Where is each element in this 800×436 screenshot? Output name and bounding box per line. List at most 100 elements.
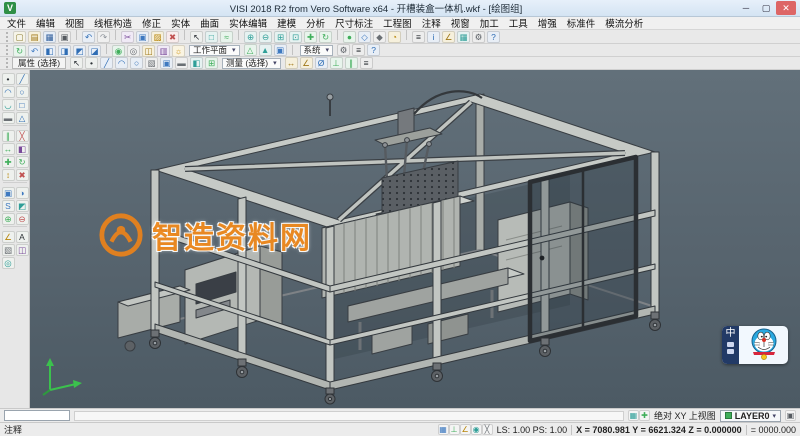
menu-modify[interactable]: 修正 (137, 16, 166, 30)
redo-icon[interactable]: ↷ (97, 31, 110, 43)
dimension-icon[interactable]: ∠ (2, 231, 15, 243)
measure-radius-icon[interactable]: Ø (315, 57, 328, 69)
trim-icon[interactable]: ╳ (16, 130, 29, 142)
zoom-out-icon[interactable]: ⊖ (259, 31, 272, 43)
system-combo[interactable]: 系统 ▾ (300, 45, 334, 56)
layer-settings-icon[interactable]: ▣ (785, 410, 796, 421)
menu-annotation[interactable]: 注释 (417, 16, 446, 30)
ime-controls[interactable]: 中 (722, 326, 739, 364)
axis-toggle-icon[interactable]: ✚ (639, 410, 650, 421)
move-icon[interactable]: ✚ (2, 156, 15, 168)
menu-enhance[interactable]: 增强 (533, 16, 562, 30)
zoom-window-icon[interactable]: ⊞ (274, 31, 287, 43)
ime-toolbar[interactable]: 中 (722, 326, 788, 364)
selection-filter-tab[interactable]: 属性 (选择) (12, 57, 66, 69)
menu-edit[interactable]: 编辑 (31, 16, 60, 30)
text-icon[interactable]: A (16, 231, 29, 243)
draw-arc-icon[interactable]: ◠ (2, 86, 15, 98)
layer-selector[interactable]: LAYER0 ▾ (720, 410, 781, 422)
wireframe-mode-icon[interactable]: ◎ (127, 45, 140, 57)
settings-icon[interactable]: ⚙ (472, 31, 485, 43)
filter-all-icon[interactable]: ↖ (70, 57, 83, 69)
menu-drafting[interactable]: 工程图 (378, 16, 417, 30)
menu-wireframe[interactable]: 线框构造 (89, 16, 137, 30)
measure-angle-icon[interactable]: ∠ (300, 57, 313, 69)
system-help-icon[interactable]: ? (367, 44, 380, 56)
sweep-icon[interactable]: S (2, 200, 15, 212)
light-settings-icon[interactable]: ☼ (172, 45, 185, 57)
measure-perpendicular-icon[interactable]: ⊥ (330, 57, 343, 69)
toolbar-grip[interactable] (6, 32, 9, 42)
isolate-icon[interactable]: ◎ (2, 257, 15, 269)
workplane-custom-icon[interactable]: ▲ (259, 44, 272, 56)
menu-standard-parts[interactable]: 标准件 (562, 16, 601, 30)
command-input[interactable] (4, 410, 70, 421)
new-file-icon[interactable]: ▢ (13, 31, 26, 43)
union-icon[interactable]: ⊕ (2, 213, 15, 225)
undo-icon[interactable]: ↶ (82, 31, 95, 43)
print-icon[interactable]: ▣ (58, 31, 71, 43)
layers-icon[interactable]: ≡ (412, 31, 425, 43)
viewport-3d[interactable]: 智造资料网 中 (30, 70, 800, 408)
draw-line-icon[interactable]: ╱ (16, 73, 29, 85)
previous-view-icon[interactable]: ↶ (28, 45, 41, 57)
menu-solid-edit[interactable]: 实体编辑 (224, 16, 272, 30)
workplane-xy-icon[interactable]: △ (244, 44, 257, 56)
grid-icon[interactable]: ▦ (457, 31, 470, 43)
select-window-icon[interactable]: □ (205, 31, 218, 43)
zoom-in-icon[interactable]: ⊕ (244, 31, 257, 43)
filter-edge-icon[interactable]: ▬ (175, 57, 188, 69)
menu-dimension[interactable]: 尺寸标注 (330, 16, 378, 30)
polar-toggle-icon[interactable]: ∠ (460, 424, 471, 435)
delete-icon[interactable]: ✖ (166, 31, 179, 43)
grid-toggle-icon[interactable]: ▦ (628, 410, 639, 421)
zoom-fit-icon[interactable]: ⊡ (289, 31, 302, 43)
dynamic-view-icon[interactable]: ◔ (388, 31, 401, 43)
section-view-icon[interactable]: ◫ (142, 45, 155, 57)
attributes-icon[interactable]: i (427, 31, 440, 43)
snap-toggle-icon[interactable]: ▦ (438, 424, 449, 435)
filter-arc-icon[interactable]: ◠ (115, 57, 128, 69)
close-button[interactable]: ✕ (776, 1, 796, 15)
track-toggle-icon[interactable]: ╳ (482, 424, 493, 435)
cut-icon[interactable]: ✂ (121, 31, 134, 43)
measure-distance-icon[interactable]: ↔ (285, 57, 298, 69)
cad-model-machine[interactable] (30, 70, 800, 408)
rotate-icon[interactable]: ↻ (16, 156, 29, 168)
hatch-icon[interactable]: ▧ (2, 244, 15, 256)
hidden-line-icon[interactable]: ◆ (373, 31, 386, 43)
ime-keyboard-icon[interactable] (727, 342, 734, 347)
rotate-view-icon[interactable]: ↻ (319, 31, 332, 43)
workplane-align-icon[interactable]: ▣ (274, 44, 287, 56)
paste-icon[interactable]: ▨ (151, 31, 164, 43)
minimize-button[interactable]: ─ (736, 1, 756, 15)
help-icon[interactable]: ? (487, 31, 500, 43)
filter-group-icon[interactable]: ⊞ (205, 57, 218, 69)
shaded-mode-icon[interactable]: ◉ (112, 45, 125, 57)
revolve-icon[interactable]: ◑ (16, 187, 29, 199)
select-chain-icon[interactable]: ≈ (220, 31, 233, 43)
menu-moldflow[interactable]: 模流分析 (600, 16, 648, 30)
system-options-icon[interactable]: ⚙ (337, 44, 350, 56)
open-file-icon[interactable]: ▤ (28, 31, 41, 43)
mirror-icon[interactable]: ◧ (16, 143, 29, 155)
ortho-toggle-icon[interactable]: ⊥ (449, 424, 460, 435)
pan-icon[interactable]: ✚ (304, 31, 317, 43)
filter-line-icon[interactable]: ╱ (100, 57, 113, 69)
system-macro-icon[interactable]: ≡ (352, 44, 365, 56)
shaded-view-icon[interactable]: ● (343, 31, 356, 43)
refresh-view-icon[interactable]: ↻ (13, 45, 26, 57)
menu-file[interactable]: 文件 (2, 16, 31, 30)
shell-icon[interactable]: ◩ (16, 200, 29, 212)
workplane-combo[interactable]: 工作平面 ▾ (189, 45, 240, 56)
filter-surface-icon[interactable]: ▧ (145, 57, 158, 69)
measure-icon[interactable]: ∠ (442, 31, 455, 43)
ime-menu-icon[interactable] (727, 349, 734, 354)
toolbar-grip[interactable] (6, 58, 9, 68)
scale-icon[interactable]: ↕ (2, 169, 15, 181)
draw-polygon-icon[interactable]: △ (16, 112, 29, 124)
menu-view[interactable]: 视图 (60, 16, 89, 30)
measure-combo[interactable]: 测量 (选择) ▾ (222, 58, 281, 69)
filter-point-icon[interactable]: • (85, 57, 98, 69)
section-icon[interactable]: ◫ (16, 244, 29, 256)
